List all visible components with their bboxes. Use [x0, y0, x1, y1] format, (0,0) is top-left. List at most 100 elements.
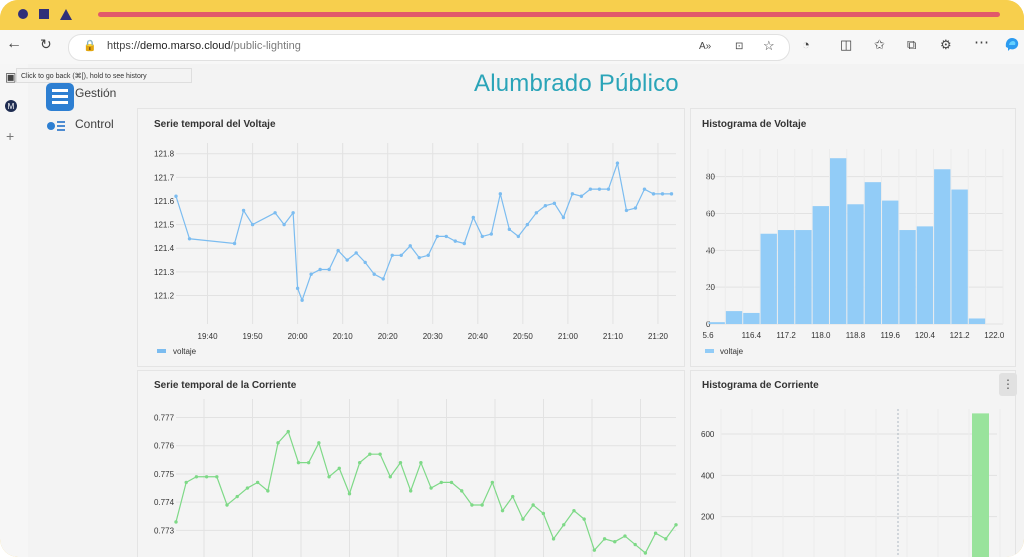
- y-tick-label: 600: [701, 430, 715, 439]
- x-tick-label: 20:10: [333, 332, 354, 341]
- current-series-line: [175, 430, 677, 554]
- data-point: [579, 194, 584, 198]
- data-point: [543, 203, 548, 208]
- histogram-bar: [708, 322, 725, 324]
- data-point: [449, 480, 454, 485]
- page-title: Alumbrado Público: [474, 70, 679, 97]
- x-tick-label: 5.6: [702, 331, 714, 340]
- data-point: [417, 255, 421, 260]
- data-point: [453, 239, 457, 243]
- more-icon[interactable]: ⋯: [974, 35, 989, 50]
- y-tick-label: 121.2: [154, 291, 175, 300]
- data-point: [531, 503, 535, 507]
- data-point: [388, 475, 392, 479]
- data-point: [570, 192, 575, 196]
- data-point: [235, 494, 239, 499]
- histogram-bar: [916, 226, 934, 324]
- data-point: [552, 201, 557, 206]
- data-point: [327, 475, 331, 479]
- x-tick-label: 120.4: [915, 331, 936, 340]
- data-point: [296, 460, 301, 465]
- y-tick-label: 80: [706, 173, 715, 182]
- collections-icon[interactable]: ⧉: [907, 38, 916, 51]
- histogram-bar: [899, 230, 916, 324]
- favorite-icon[interactable]: ☆: [763, 39, 775, 52]
- y-tick-label: 0.775: [154, 470, 175, 479]
- data-point: [490, 480, 495, 485]
- data-point: [588, 187, 593, 191]
- split-screen-icon[interactable]: ◫: [840, 38, 852, 51]
- y-tick-label: 121.3: [154, 268, 175, 277]
- legend-label: voltaje: [720, 347, 744, 356]
- triangle-icon: [60, 9, 72, 20]
- new-tab-icon[interactable]: +: [6, 129, 14, 143]
- browser-toolbar: ← ↻ 🔒 https://demo.marso.cloud/public-li…: [0, 30, 1024, 65]
- data-point: [498, 192, 503, 196]
- y-tick-label: 20: [706, 283, 715, 292]
- x-tick-label: 121.2: [950, 331, 971, 340]
- x-tick-label: 19:50: [243, 332, 264, 341]
- data-point: [255, 480, 260, 485]
- data-point: [613, 540, 617, 544]
- data-point: [500, 508, 505, 513]
- data-point: [215, 475, 219, 479]
- data-point: [439, 480, 444, 485]
- x-tick-label: 118.8: [846, 331, 866, 340]
- data-point: [551, 537, 556, 541]
- data-point: [345, 258, 349, 262]
- data-point: [534, 211, 539, 215]
- data-point: [642, 187, 647, 191]
- data-point: [327, 267, 331, 272]
- extensions-icon[interactable]: ⚙: [940, 38, 952, 51]
- control-icon: [46, 116, 68, 135]
- data-point: [390, 253, 394, 258]
- data-point: [633, 542, 637, 547]
- histogram-bar: [743, 312, 760, 324]
- svg-text:M: M: [8, 102, 15, 111]
- data-point: [592, 548, 597, 552]
- url-text[interactable]: https://demo.marso.cloud/public-lighting: [107, 40, 301, 52]
- data-point: [187, 237, 192, 241]
- decorative-header: [0, 0, 1024, 30]
- site-tab-icon[interactable]: M: [4, 99, 18, 113]
- browser-extension-icon[interactable]: ◔: [802, 38, 810, 51]
- x-tick-label: 19:40: [198, 332, 219, 341]
- data-point: [541, 511, 546, 516]
- read-aloud-icon[interactable]: A»: [699, 40, 711, 53]
- current-timeseries-chart: 0.777 0.776 0.775 0.774 0.773: [154, 399, 678, 557]
- data-point: [184, 480, 188, 485]
- histogram-bar: [882, 200, 899, 324]
- data-point: [674, 523, 678, 527]
- tab-actions-icon[interactable]: ▣: [5, 71, 16, 84]
- y-tick-label: 121.7: [154, 173, 175, 182]
- data-point: [660, 192, 665, 196]
- refresh-icon[interactable]: ↻: [40, 37, 52, 51]
- data-point: [429, 486, 433, 490]
- legend-label: voltaje: [173, 347, 197, 356]
- data-point: [295, 286, 300, 291]
- histogram-bar: [795, 230, 812, 324]
- copilot-icon[interactable]: [1003, 35, 1021, 53]
- data-point: [664, 537, 668, 541]
- x-tick-label: 20:30: [423, 332, 444, 341]
- voltage-histogram-chart: 8060402005.6 116.4 117.2 118.0 118.8 119.6 120…: [702, 149, 1005, 356]
- x-tick-label: 21:10: [603, 332, 624, 341]
- data-point: [623, 534, 627, 538]
- back-icon[interactable]: ←: [6, 36, 22, 52]
- data-point: [372, 272, 376, 276]
- data-point: [419, 460, 423, 465]
- address-bar[interactable]: 🔒 https://demo.marso.cloud/public-lighti…: [68, 34, 790, 61]
- favorites-icon[interactable]: ✩: [874, 38, 885, 51]
- data-point: [408, 244, 412, 248]
- data-point: [561, 215, 566, 220]
- app-available-icon[interactable]: ⊡: [735, 40, 743, 53]
- y-tick-label: 200: [701, 513, 715, 522]
- vertical-tabs-rail: ▣ M +: [0, 64, 29, 557]
- data-point: [354, 251, 358, 255]
- sidebar-item-label: Control: [75, 117, 114, 131]
- chart-menu-button[interactable]: ⋮: [999, 373, 1017, 396]
- data-point: [521, 517, 525, 521]
- y-tick-label: 60: [706, 209, 715, 218]
- data-point: [511, 494, 515, 499]
- data-point: [250, 222, 255, 227]
